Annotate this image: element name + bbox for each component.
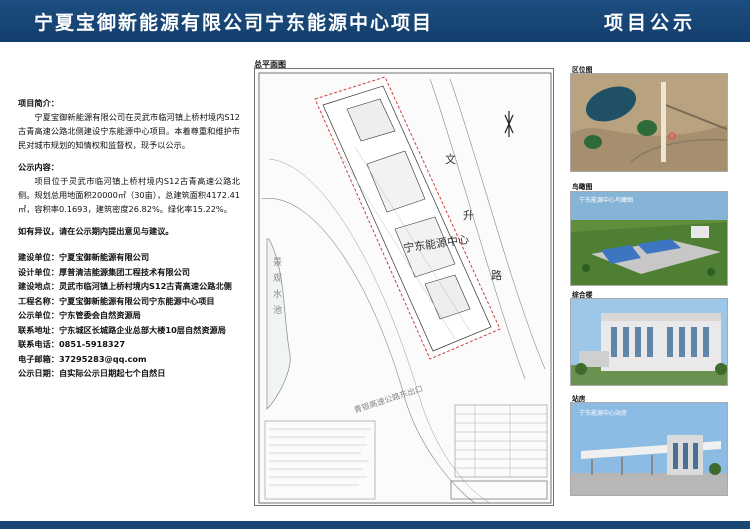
info-row: 公示单位：宁东管委会自然资源局 xyxy=(18,308,240,323)
office-building-image xyxy=(570,298,728,386)
station-caption: 宁东能源中心站房 xyxy=(579,409,627,417)
info-label: 联系电话： xyxy=(18,339,59,349)
info-label: 建设地点： xyxy=(18,281,59,291)
info-row: 公示日期：自实际公示日期起七个自然日 xyxy=(18,366,240,381)
info-value: 灵武市临河镇上桥村境内S12古青高速公路北侧 xyxy=(58,281,232,291)
footer-bar xyxy=(0,521,750,529)
info-value: 宁东管委会自然资源局 xyxy=(58,310,141,320)
aerial-caption: 宁东能源中心鸟瞰图 xyxy=(579,196,633,204)
station-building-image: 宁东能源中心站房 xyxy=(570,402,728,496)
info-value: 宁夏宝御新能源有限公司 xyxy=(58,252,150,262)
notice-title: 项目公示 xyxy=(604,12,697,34)
info-row: 联系地址：宁东城区长城路企业总部大楼10层自然资源局 xyxy=(18,323,240,338)
site-plan-svg: 宁东能源中心 文 升 路 景 观 水 池 青银高速公路东出口 xyxy=(258,72,552,504)
road-label-char-3: 路 xyxy=(491,269,502,282)
north-arrow-icon xyxy=(504,111,514,137)
info-label: 公示单位： xyxy=(18,310,59,320)
location-map-image xyxy=(570,73,728,172)
pond-label-char-4: 池 xyxy=(273,304,282,316)
info-value: 宁夏宝御新能源有限公司宁东能源中心项目 xyxy=(58,295,215,306)
objection-text: 如有异议，请在公示期内提出意见与建议。 xyxy=(18,226,174,236)
page-title: 宁夏宝御新能源有限公司宁东能源中心项目 xyxy=(34,12,434,34)
site-plan-drawing: 宁东能源中心 文 升 路 景 观 水 池 青银高速公路东出口 xyxy=(254,68,554,506)
info-row: 设计单位：厚普清洁能源集团工程技术有限公司 xyxy=(18,265,240,280)
pond-label-char-3: 水 xyxy=(273,288,282,300)
info-label: 电子邮箱： xyxy=(18,353,59,364)
intro-heading: 项目简介： xyxy=(18,98,59,108)
project-info-list: 建设单位：宁夏宝御新能源有限公司 设计单位：厚普清洁能源集团工程技术有限公司 建设地… xyxy=(18,250,240,381)
road-label-char-1: 文 xyxy=(445,152,456,166)
info-label: 公示日期： xyxy=(18,368,59,378)
info-label: 联系地址： xyxy=(18,324,59,335)
intro-text: 宁夏宝御新能源有限公司在灵武市临河镇上桥村境内S12古青高速公路北侧建设宁东能源… xyxy=(18,112,240,150)
notes-block xyxy=(264,420,376,500)
pond-label-char-2: 观 xyxy=(273,273,282,284)
aerial-view-label: 鸟瞰图 xyxy=(572,183,593,191)
info-label: 工程名称： xyxy=(18,295,59,306)
info-row: 建设单位：宁夏宝御新能源有限公司 xyxy=(18,250,240,265)
info-value: 宁东城区长城路企业总部大楼10层自然资源局 xyxy=(58,324,226,335)
info-value: 自实际公示日期起七个自然日 xyxy=(58,368,166,378)
highway-label: 青银高速公路东出口 xyxy=(353,383,425,415)
title-block xyxy=(450,480,548,500)
pond-label-char-1: 景 xyxy=(273,257,282,268)
info-label: 设计单位： xyxy=(18,266,59,277)
info-value: 0851-5918327 xyxy=(58,339,126,349)
header-banner: 宁夏宝御新能源有限公司宁东能源中心项目 项目公示 xyxy=(0,0,750,42)
info-row: 工程名称：宁夏宝御新能源有限公司宁东能源中心项目 xyxy=(18,294,240,309)
info-value: 厚普清洁能源集团工程技术有限公司 xyxy=(58,266,190,277)
info-value: 37295283@qq.com xyxy=(58,353,147,364)
info-row: 电子邮箱：37295283@qq.com xyxy=(18,352,240,367)
aerial-view-image: 宁东能源中心鸟瞰图 xyxy=(570,191,728,286)
project-description-panel: 项目简介： 宁夏宝御新能源有限公司在灵武市临河镇上桥村境内S12古青高速公路北侧… xyxy=(18,96,240,381)
info-label: 建设单位： xyxy=(18,252,59,262)
content-heading: 公示内容： xyxy=(18,162,59,172)
road-label-char-2: 升 xyxy=(463,209,474,222)
content-text: 项目位于灵武市临河镇上桥村境内S12古青高速公路北侧。规划总用地面积20000㎡… xyxy=(18,176,240,214)
info-row: 建设地点：灵武市临河镇上桥村境内S12古青高速公路北侧 xyxy=(18,279,240,294)
info-row: 联系电话：0851-5918327 xyxy=(18,337,240,352)
